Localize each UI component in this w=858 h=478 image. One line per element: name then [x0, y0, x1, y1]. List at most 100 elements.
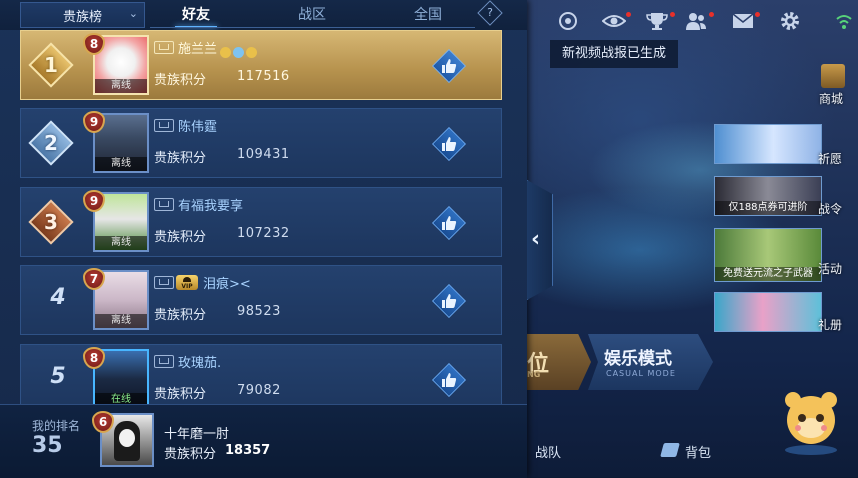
score-label: 贵族积分 — [154, 387, 207, 402]
help-button[interactable]: ? — [477, 0, 503, 26]
help-icon: ? — [487, 6, 493, 19]
casual-mode-button[interactable]: 娱乐模式 CASUAL MODE — [588, 334, 713, 390]
avatar-face — [119, 429, 135, 447]
bag-icon — [660, 443, 680, 457]
tab-region[interactable]: 战区 — [266, 0, 358, 30]
thumbs-up-icon — [442, 294, 457, 308]
friends-icon[interactable] — [684, 10, 708, 32]
shop-button[interactable]: 商城 — [818, 62, 848, 108]
like-button[interactable] — [432, 363, 466, 397]
bag-nav-button[interactable]: 背包 — [685, 442, 711, 461]
my-score-label: 贵族积分 — [164, 447, 217, 462]
level-badge: 8 — [83, 33, 105, 55]
player-name: 有福我要享 — [178, 199, 244, 214]
vip-badge-icon: VIP — [176, 275, 198, 290]
banner-battle-pass-label: 战令 — [818, 202, 843, 216]
score-value: 109431 — [237, 147, 290, 162]
noble-frame-icon — [154, 41, 174, 54]
chevron-down-icon: ⌄ — [128, 7, 138, 20]
player-name: 玫瑰茄. — [178, 356, 222, 371]
banner-event[interactable]: 免费送元流之子武器 — [714, 228, 822, 282]
ranking-header: 贵族榜 ⌄ 好友 战区 全国 ? — [0, 0, 527, 30]
ranking-panel: 贵族榜 ⌄ 好友 战区 全国 ? 1 离线 8 施兰兰 贵族积分 117516 — [0, 0, 527, 478]
notification-dot — [626, 12, 631, 17]
ranking-row[interactable]: 1 离线 8 施兰兰 贵族积分 117516 — [20, 30, 502, 100]
score-value: 117516 — [237, 69, 290, 84]
banner-gift-book[interactable] — [714, 292, 822, 332]
banner-gift-book-label: 礼册 — [818, 318, 843, 332]
rank-number: 5 — [50, 364, 66, 389]
team-nav-button[interactable]: 战队 — [535, 442, 561, 461]
status-label: 离线 — [95, 79, 147, 93]
level-badge: 6 — [92, 411, 114, 433]
banner-wish-label: 祈愿 — [818, 152, 843, 166]
toast-message: 新视频战报已生成 — [550, 40, 678, 68]
banner-battle-pass-caption: 仅188点券可进阶 — [715, 201, 821, 215]
title-icons — [220, 42, 259, 61]
my-player-name: 十年磨一肘 — [164, 427, 230, 442]
thumbs-up-icon — [442, 216, 457, 230]
collapse-panel-button[interactable]: ‹ — [527, 180, 553, 300]
medal-icon — [246, 47, 257, 58]
player-name: 陈伟霆 — [178, 120, 218, 135]
casual-mode-title: 娱乐模式 — [604, 349, 672, 369]
level-badge: 7 — [83, 268, 105, 290]
status-label: 离线 — [95, 157, 147, 171]
score-label: 贵族积分 — [154, 151, 207, 166]
notification-dot — [709, 12, 714, 17]
ranking-row[interactable]: 3 离线 9 有福我要享 贵族积分 107232 — [20, 187, 502, 257]
settings-gear-icon[interactable] — [778, 10, 802, 32]
shop-label: 商城 — [819, 92, 844, 106]
banner-wish[interactable] — [714, 124, 822, 164]
level-badge: 8 — [83, 347, 105, 369]
wifi-signal-icon — [832, 10, 852, 32]
player-name: 泪痕>< — [203, 277, 251, 292]
noble-frame-icon — [154, 119, 174, 132]
noble-frame-icon — [154, 198, 174, 211]
notification-dot — [670, 12, 675, 17]
like-button[interactable] — [432, 206, 466, 240]
mascot-assistant-icon[interactable] — [778, 386, 844, 456]
score-value: 98523 — [237, 304, 281, 319]
score-label: 贵族积分 — [154, 308, 207, 323]
my-rank-label: 我的排名 — [32, 419, 81, 433]
ranked-mode-button[interactable]: 位 NG — [527, 334, 591, 390]
mail-icon[interactable] — [731, 10, 755, 32]
banner-event-caption: 免费送元流之子武器 — [715, 267, 821, 281]
banner-battle-pass[interactable]: 仅188点券可进阶 — [714, 176, 822, 216]
like-button[interactable] — [432, 284, 466, 318]
rank-number: 4 — [50, 285, 66, 310]
noble-frame-icon — [154, 355, 174, 368]
level-badge: 9 — [83, 111, 105, 133]
ranking-row[interactable]: 4 离线 7 VIP 泪痕>< 贵族积分 98523 — [20, 265, 502, 335]
tab-friends[interactable]: 好友 — [150, 0, 242, 30]
noble-frame-icon — [154, 276, 174, 289]
ranking-type-dropdown[interactable]: 贵族榜 ⌄ — [20, 2, 145, 28]
emblem-icon — [233, 47, 244, 58]
rank-3-badge: 3 — [28, 199, 74, 245]
my-rank-bar: 我的排名 35 6 十年磨一肘 贵族积分 18357 — [0, 404, 527, 478]
thumbs-up-icon — [442, 59, 457, 73]
score-label: 贵族积分 — [154, 73, 207, 88]
ranking-type-label: 贵族榜 — [62, 9, 102, 25]
target-icon[interactable] — [556, 10, 580, 32]
tab-divider — [150, 27, 475, 28]
score-value: 107232 — [237, 226, 290, 241]
status-label: 离线 — [95, 314, 147, 328]
ranked-mode-sub: NG — [527, 370, 541, 379]
thumbs-up-icon — [442, 373, 457, 387]
player-name: 施兰兰 — [178, 42, 218, 57]
tab-national[interactable]: 全国 — [382, 0, 474, 30]
like-button[interactable] — [432, 127, 466, 161]
trophy-icon[interactable] — [645, 10, 669, 32]
thumbs-up-icon — [442, 137, 457, 151]
like-button[interactable] — [432, 49, 466, 83]
casual-mode-subtitle: CASUAL MODE — [606, 369, 676, 378]
ranking-row[interactable]: 2 离线 9 陈伟霆 贵族积分 109431 — [20, 108, 502, 178]
rank-2-badge: 2 — [28, 120, 74, 166]
chevron-left-icon: ‹ — [531, 227, 541, 252]
level-badge: 9 — [83, 190, 105, 212]
rank-1-badge: 1 — [28, 42, 74, 88]
replay-eye-icon[interactable] — [601, 10, 627, 32]
my-rank-number: 35 — [32, 433, 63, 458]
